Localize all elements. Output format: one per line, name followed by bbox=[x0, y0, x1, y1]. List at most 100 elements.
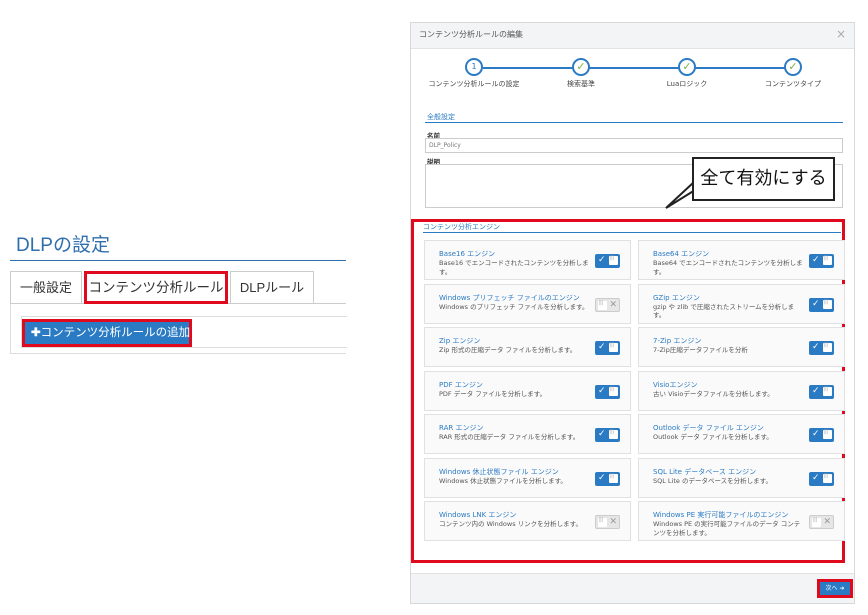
step-4-label: コンテンツタイプ bbox=[765, 80, 821, 88]
engine-title: Visioエンジン bbox=[653, 380, 698, 389]
step-1-label: コンテンツ分析ルールの設定 bbox=[428, 80, 520, 88]
tab-content-analysis-rules[interactable]: コンテンツ分析ルール bbox=[84, 271, 228, 304]
page-title: DLPの設定 bbox=[16, 235, 110, 256]
check-icon: ✓ bbox=[598, 255, 606, 265]
tab-general-settings[interactable]: 一般設定 bbox=[10, 271, 82, 304]
engine-description: RAR 形式の圧縮データ ファイルを分析します。 bbox=[439, 433, 580, 441]
toggle-grip-icon bbox=[812, 517, 821, 527]
engine-title: Windows 休止状態ファイル エンジン bbox=[439, 467, 559, 476]
engine-card: Windows プリフェッチ ファイルのエンジン Windows のプリフェッチ … bbox=[424, 283, 631, 324]
check-icon: ✓ bbox=[812, 342, 820, 352]
check-icon: ✓ bbox=[598, 472, 606, 483]
engine-title: GZip エンジン bbox=[653, 293, 700, 302]
x-icon: ✕ bbox=[609, 299, 617, 310]
engine-title: Outlook データ ファイル エンジン bbox=[653, 424, 764, 432]
check-icon: ✓ bbox=[598, 342, 606, 352]
step-3-circle[interactable]: ✓ bbox=[678, 58, 696, 76]
toggle-grip-icon bbox=[823, 473, 832, 483]
engine-card: 7-Zip エンジン 7-Zip圧縮データファイルを分析 ✓ bbox=[638, 327, 845, 367]
engine-description: PDF データ ファイルを分析します。 bbox=[439, 389, 547, 398]
stepper-line bbox=[483, 67, 793, 69]
engine-description: 7-Zip圧縮データファイルを分析 bbox=[653, 346, 748, 354]
engine-card: Windows 休止状態ファイル エンジン Windows 休止状態ファイルを分析… bbox=[424, 457, 631, 498]
engine-title: RAR エンジン bbox=[439, 424, 484, 432]
step-4-circle[interactable]: ✓ bbox=[784, 58, 802, 76]
check-icon: ✓ bbox=[576, 60, 586, 73]
engine-toggle[interactable]: ✓ bbox=[595, 341, 620, 355]
title-divider bbox=[10, 260, 346, 261]
next-button[interactable]: 次へ ➜ bbox=[817, 579, 853, 598]
engine-title: Base16 エンジン bbox=[439, 250, 496, 258]
add-content-analysis-rule-button[interactable]: ✚コンテンツ分析ルールの追加 bbox=[22, 319, 192, 347]
plus-icon: ✚ bbox=[31, 327, 41, 339]
check-icon: ✓ bbox=[812, 385, 820, 396]
enable-all-callout: 全て有効にする bbox=[692, 157, 835, 201]
engine-card: PDF エンジン PDF データ ファイルを分析します。 ✓ bbox=[424, 370, 631, 411]
x-icon: ✕ bbox=[609, 517, 617, 527]
check-icon: ✓ bbox=[812, 429, 820, 439]
engine-toggle[interactable]: ✕ bbox=[595, 515, 620, 529]
engine-toggle[interactable]: ✓ bbox=[809, 428, 834, 442]
toggle-grip-icon bbox=[823, 429, 832, 439]
dialog-header: コンテンツ分析ルールの編集 × bbox=[411, 23, 854, 49]
toggle-grip-icon bbox=[598, 300, 607, 310]
toggle-grip-icon bbox=[823, 386, 832, 396]
engine-description: gzip や zlib で圧縮されたストリームを分析します。 bbox=[653, 302, 795, 320]
check-icon: ✓ bbox=[812, 472, 820, 483]
engine-description: Base64 でエンコードされたコンテンツを分析します。 bbox=[653, 259, 803, 276]
engine-card: Base16 エンジン Base16 でエンコードされたコンテンツを分析します。 ✓ bbox=[424, 240, 631, 280]
toggle-grip-icon bbox=[609, 386, 618, 396]
engine-title: Zip エンジン bbox=[439, 337, 481, 345]
engine-toggle[interactable]: ✓ bbox=[595, 428, 620, 442]
add-button-label: コンテンツ分析ルールの追加 bbox=[40, 327, 191, 339]
engine-toggle[interactable]: ✓ bbox=[595, 384, 620, 399]
toggle-grip-icon bbox=[823, 255, 832, 265]
engine-toggle[interactable]: ✓ bbox=[809, 297, 834, 312]
step-2-label: 検索基準 bbox=[567, 80, 595, 88]
step-2-circle[interactable]: ✓ bbox=[572, 58, 590, 76]
engine-description: Windows PE の実行可能ファイルのデータ コンテンツを分析します。 bbox=[653, 520, 801, 537]
toggle-grip-icon bbox=[598, 517, 607, 527]
engine-description: Base16 でエンコードされたコンテンツを分析します。 bbox=[439, 259, 589, 276]
general-section-title: 全般設定 bbox=[427, 113, 455, 121]
close-icon[interactable]: × bbox=[836, 27, 846, 41]
toggle-grip-icon bbox=[609, 473, 618, 483]
engine-card: Outlook データ ファイル エンジン Outlook データ ファイルを分析… bbox=[638, 414, 845, 454]
name-field[interactable]: DLP_Policy bbox=[425, 138, 843, 153]
x-icon: ✕ bbox=[823, 517, 831, 527]
engine-toggle[interactable]: ✓ bbox=[809, 341, 834, 355]
engine-card: Windows LNK エンジン コンテンツ内の Windows リンクを分析しま… bbox=[424, 501, 631, 541]
engine-title: PDF エンジン bbox=[439, 380, 483, 389]
toggle-grip-icon bbox=[609, 255, 618, 265]
engine-description: コンテンツ内の Windows リンクを分析します。 bbox=[439, 520, 582, 528]
engine-description: SQL Lite のデータベースを分析します。 bbox=[653, 476, 772, 485]
engine-toggle[interactable]: ✕ bbox=[809, 515, 834, 529]
engine-description: Windows のプリフェッチ ファイルを分析します。 bbox=[439, 302, 589, 311]
dialog-footer bbox=[411, 573, 854, 603]
check-icon: ✓ bbox=[788, 60, 798, 73]
engine-toggle[interactable]: ✓ bbox=[809, 254, 834, 268]
engine-toggle[interactable]: ✕ bbox=[595, 297, 620, 312]
engine-toggle[interactable]: ✓ bbox=[595, 254, 620, 268]
check-icon: ✓ bbox=[598, 429, 606, 439]
engine-description: Outlook データ ファイルを分析します。 bbox=[653, 433, 773, 441]
toggle-grip-icon bbox=[609, 342, 618, 352]
engine-title: SQL Lite データベース エンジン bbox=[653, 467, 757, 476]
step-3-label: Luaロジック bbox=[666, 80, 708, 88]
engine-toggle[interactable]: ✓ bbox=[809, 471, 834, 486]
step-1-circle[interactable]: 1 bbox=[465, 58, 483, 76]
engine-title: Windows プリフェッチ ファイルのエンジン bbox=[439, 293, 580, 302]
general-section-divider bbox=[425, 122, 843, 123]
check-icon: ✓ bbox=[682, 60, 692, 73]
engine-card: GZip エンジン gzip や zlib で圧縮されたストリームを分析します。 ✓ bbox=[638, 283, 845, 324]
engine-toggle[interactable]: ✓ bbox=[595, 471, 620, 486]
dialog-title: コンテンツ分析ルールの編集 bbox=[419, 30, 523, 39]
settings-tabs: 一般設定 コンテンツ分析ルール DLPルール bbox=[10, 271, 346, 304]
engine-title: 7-Zip エンジン bbox=[653, 337, 702, 345]
tab-dlp-rules[interactable]: DLPルール bbox=[230, 271, 314, 304]
toggle-grip-icon bbox=[609, 429, 618, 439]
engine-title: Windows PE 実行可能ファイルのエンジン bbox=[653, 511, 789, 519]
engine-toggle[interactable]: ✓ bbox=[809, 384, 834, 399]
engine-description: 古い Visioデータファイルを分析します。 bbox=[653, 389, 774, 398]
toggle-grip-icon bbox=[823, 299, 832, 309]
